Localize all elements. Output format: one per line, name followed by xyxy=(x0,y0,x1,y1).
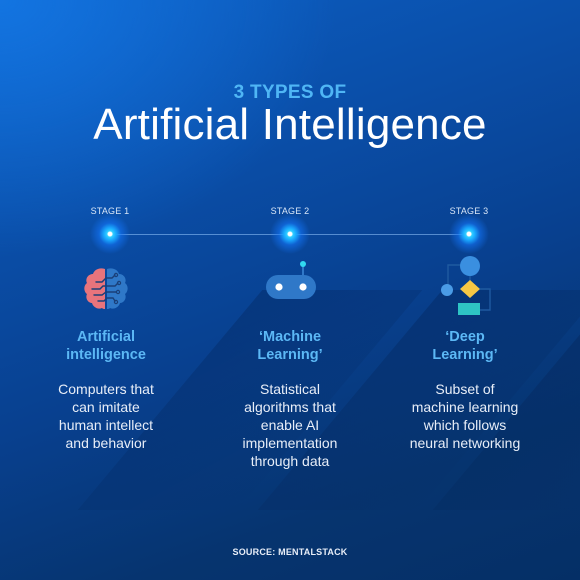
stage-title-line: Learning’ xyxy=(257,347,323,363)
stage-title: ‘Deep Learning’ xyxy=(375,328,555,364)
desc-line: Statistical xyxy=(260,381,320,397)
desc-line: can imitate xyxy=(72,399,140,415)
desc-line: human intellect xyxy=(58,417,154,433)
desc-line: algorithms that xyxy=(244,399,336,415)
desc-line: implementation xyxy=(242,435,338,451)
timeline-node-3 xyxy=(449,214,489,254)
stage-column-1: Artificial intelligence Computers that c… xyxy=(16,328,196,452)
stage-title-line: ‘Deep xyxy=(445,329,485,345)
desc-line: through data xyxy=(250,453,330,469)
desc-line: neural networking xyxy=(409,435,521,451)
stage-title: Artificial intelligence xyxy=(16,328,196,364)
brain-icon xyxy=(84,268,128,309)
source-credit: SOURCE: MENTALSTACK xyxy=(232,547,348,557)
page-title: Artificial Intelligence xyxy=(93,100,487,149)
stage-column-2: ‘Machine Learning’ Statistical algorithm… xyxy=(200,328,380,470)
robot-icon xyxy=(266,261,316,299)
timeline-node-1 xyxy=(90,214,130,254)
stage-description: Subset of machine learning which follows… xyxy=(375,380,555,452)
stage-description: Computers that can imitate human intelle… xyxy=(16,380,196,452)
stage-title-line: Learning’ xyxy=(432,347,498,363)
stage-description: Statistical algorithms that enable AI im… xyxy=(200,380,380,470)
stage-column-3: ‘Deep Learning’ Subset of machine learni… xyxy=(375,328,555,452)
stage-title-line: ‘Machine xyxy=(258,329,322,345)
stage-title: ‘Machine Learning’ xyxy=(200,328,380,364)
desc-line: which follows xyxy=(423,417,507,433)
stage-title-line: intelligence xyxy=(66,347,146,363)
timeline-node-2 xyxy=(270,214,310,254)
desc-line: machine learning xyxy=(411,399,519,415)
flowchart-icon xyxy=(441,256,491,315)
stage-title-line: Artificial xyxy=(76,329,135,345)
desc-line: Subset of xyxy=(435,381,495,397)
desc-line: and behavior xyxy=(65,435,147,451)
desc-line: enable AI xyxy=(260,417,320,433)
desc-line: Computers that xyxy=(58,381,154,397)
